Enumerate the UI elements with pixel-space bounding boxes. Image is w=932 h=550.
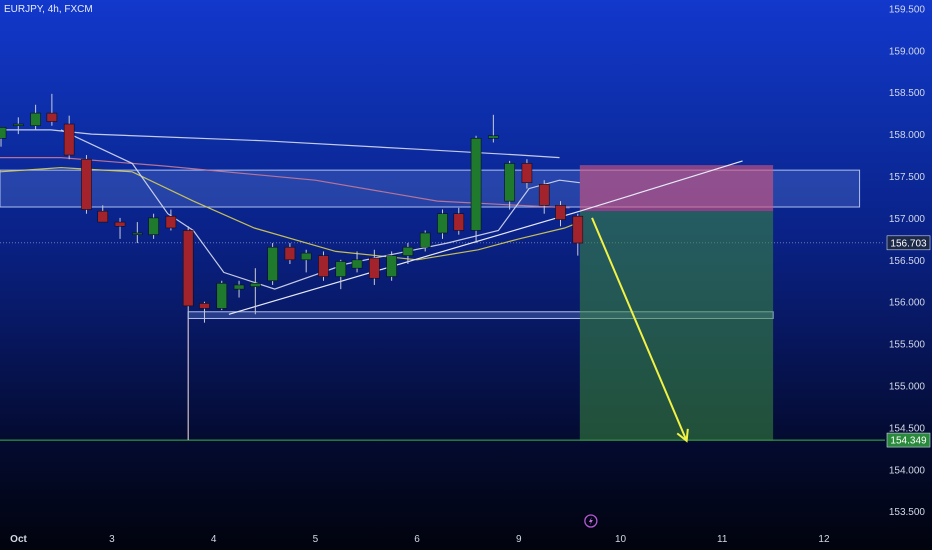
y-axis-tick-label: 157.500	[889, 172, 926, 183]
candle-body	[470, 137, 482, 231]
candle-body	[250, 282, 261, 287]
candle-body	[13, 123, 24, 127]
chart-canvas[interactable]: 159.500 159.000 158.500 158.000 157.500 157.0…	[0, 0, 932, 550]
take-profit-zone	[579, 211, 774, 441]
y-axis-tick-label: 155.000	[889, 382, 926, 393]
y-axis-tick-label: 159.500	[889, 4, 926, 15]
candle-body	[402, 246, 414, 256]
x-axis-tick-label: 3	[109, 534, 115, 545]
x-axis-tick-label: 10	[615, 534, 627, 545]
y-axis-tick-label: 158.000	[889, 130, 926, 141]
x-axis-tick-label: 6	[414, 534, 420, 545]
candle-body	[199, 303, 210, 309]
candle-body	[132, 232, 143, 235]
candle-body	[284, 246, 296, 261]
candle-body	[351, 259, 363, 269]
candle-body	[233, 284, 245, 290]
candle-body	[0, 127, 7, 139]
y-axis-tick-label: 159.000	[889, 46, 926, 57]
candle-body	[386, 255, 397, 277]
candle-body	[148, 217, 159, 235]
y-axis-tick-label: 153.500	[889, 507, 926, 518]
x-axis-tick-label: 11	[717, 534, 728, 545]
candle-body	[538, 184, 550, 206]
candle-body	[81, 158, 92, 210]
x-axis-tick-label: 12	[818, 534, 830, 545]
y-axis-tick-label: 156.500	[889, 256, 926, 267]
candle-body	[216, 282, 228, 309]
candle-body	[521, 163, 533, 184]
chart-root[interactable]: EURJPY, 4h, FXCM 159.500 159.000 158.500 15…	[0, 0, 932, 550]
candle-body	[335, 261, 347, 277]
candle-body	[114, 221, 126, 227]
y-axis-tick-label: 155.500	[889, 340, 926, 351]
y-axis-tick-label: 158.500	[889, 88, 926, 99]
y-axis-tick-label: 154.000	[889, 465, 926, 476]
y-axis-tick-label: 157.000	[889, 214, 926, 225]
candle-body	[419, 232, 431, 248]
candle-body	[504, 163, 515, 202]
candle-body	[318, 255, 329, 277]
y-axis-tick-label: 156.000	[889, 298, 926, 309]
candle-body	[300, 252, 312, 261]
x-axis-tick-label: 5	[313, 534, 319, 545]
lightning-icon-bolt	[588, 517, 593, 525]
x-axis-tick-label: 9	[516, 534, 522, 545]
candle-body	[30, 112, 41, 127]
current-price-label-text: 156.703	[890, 238, 927, 249]
candle-body	[63, 123, 75, 156]
trendline-1	[228, 210, 580, 315]
candle-body	[572, 215, 584, 244]
candle-body	[488, 135, 499, 139]
candle-body	[97, 210, 109, 223]
x-axis-tick-label: Oct	[10, 534, 27, 545]
y-axis-tick-label: 154.500	[889, 423, 926, 434]
stop-loss-zone	[579, 165, 774, 212]
candle-body	[369, 257, 380, 279]
target-price-label: 154.349	[886, 432, 931, 448]
target-price-label-text: 154.349	[890, 436, 927, 447]
candle-body	[437, 213, 448, 234]
candle-body	[267, 246, 278, 282]
candle-body	[46, 112, 58, 122]
candle-body	[165, 215, 177, 229]
candle-body	[453, 213, 465, 231]
candle-body	[182, 230, 194, 307]
x-axis-tick-label: 4	[211, 534, 217, 545]
current-price-label: 156.703	[886, 235, 931, 251]
candle-body	[555, 205, 566, 220]
